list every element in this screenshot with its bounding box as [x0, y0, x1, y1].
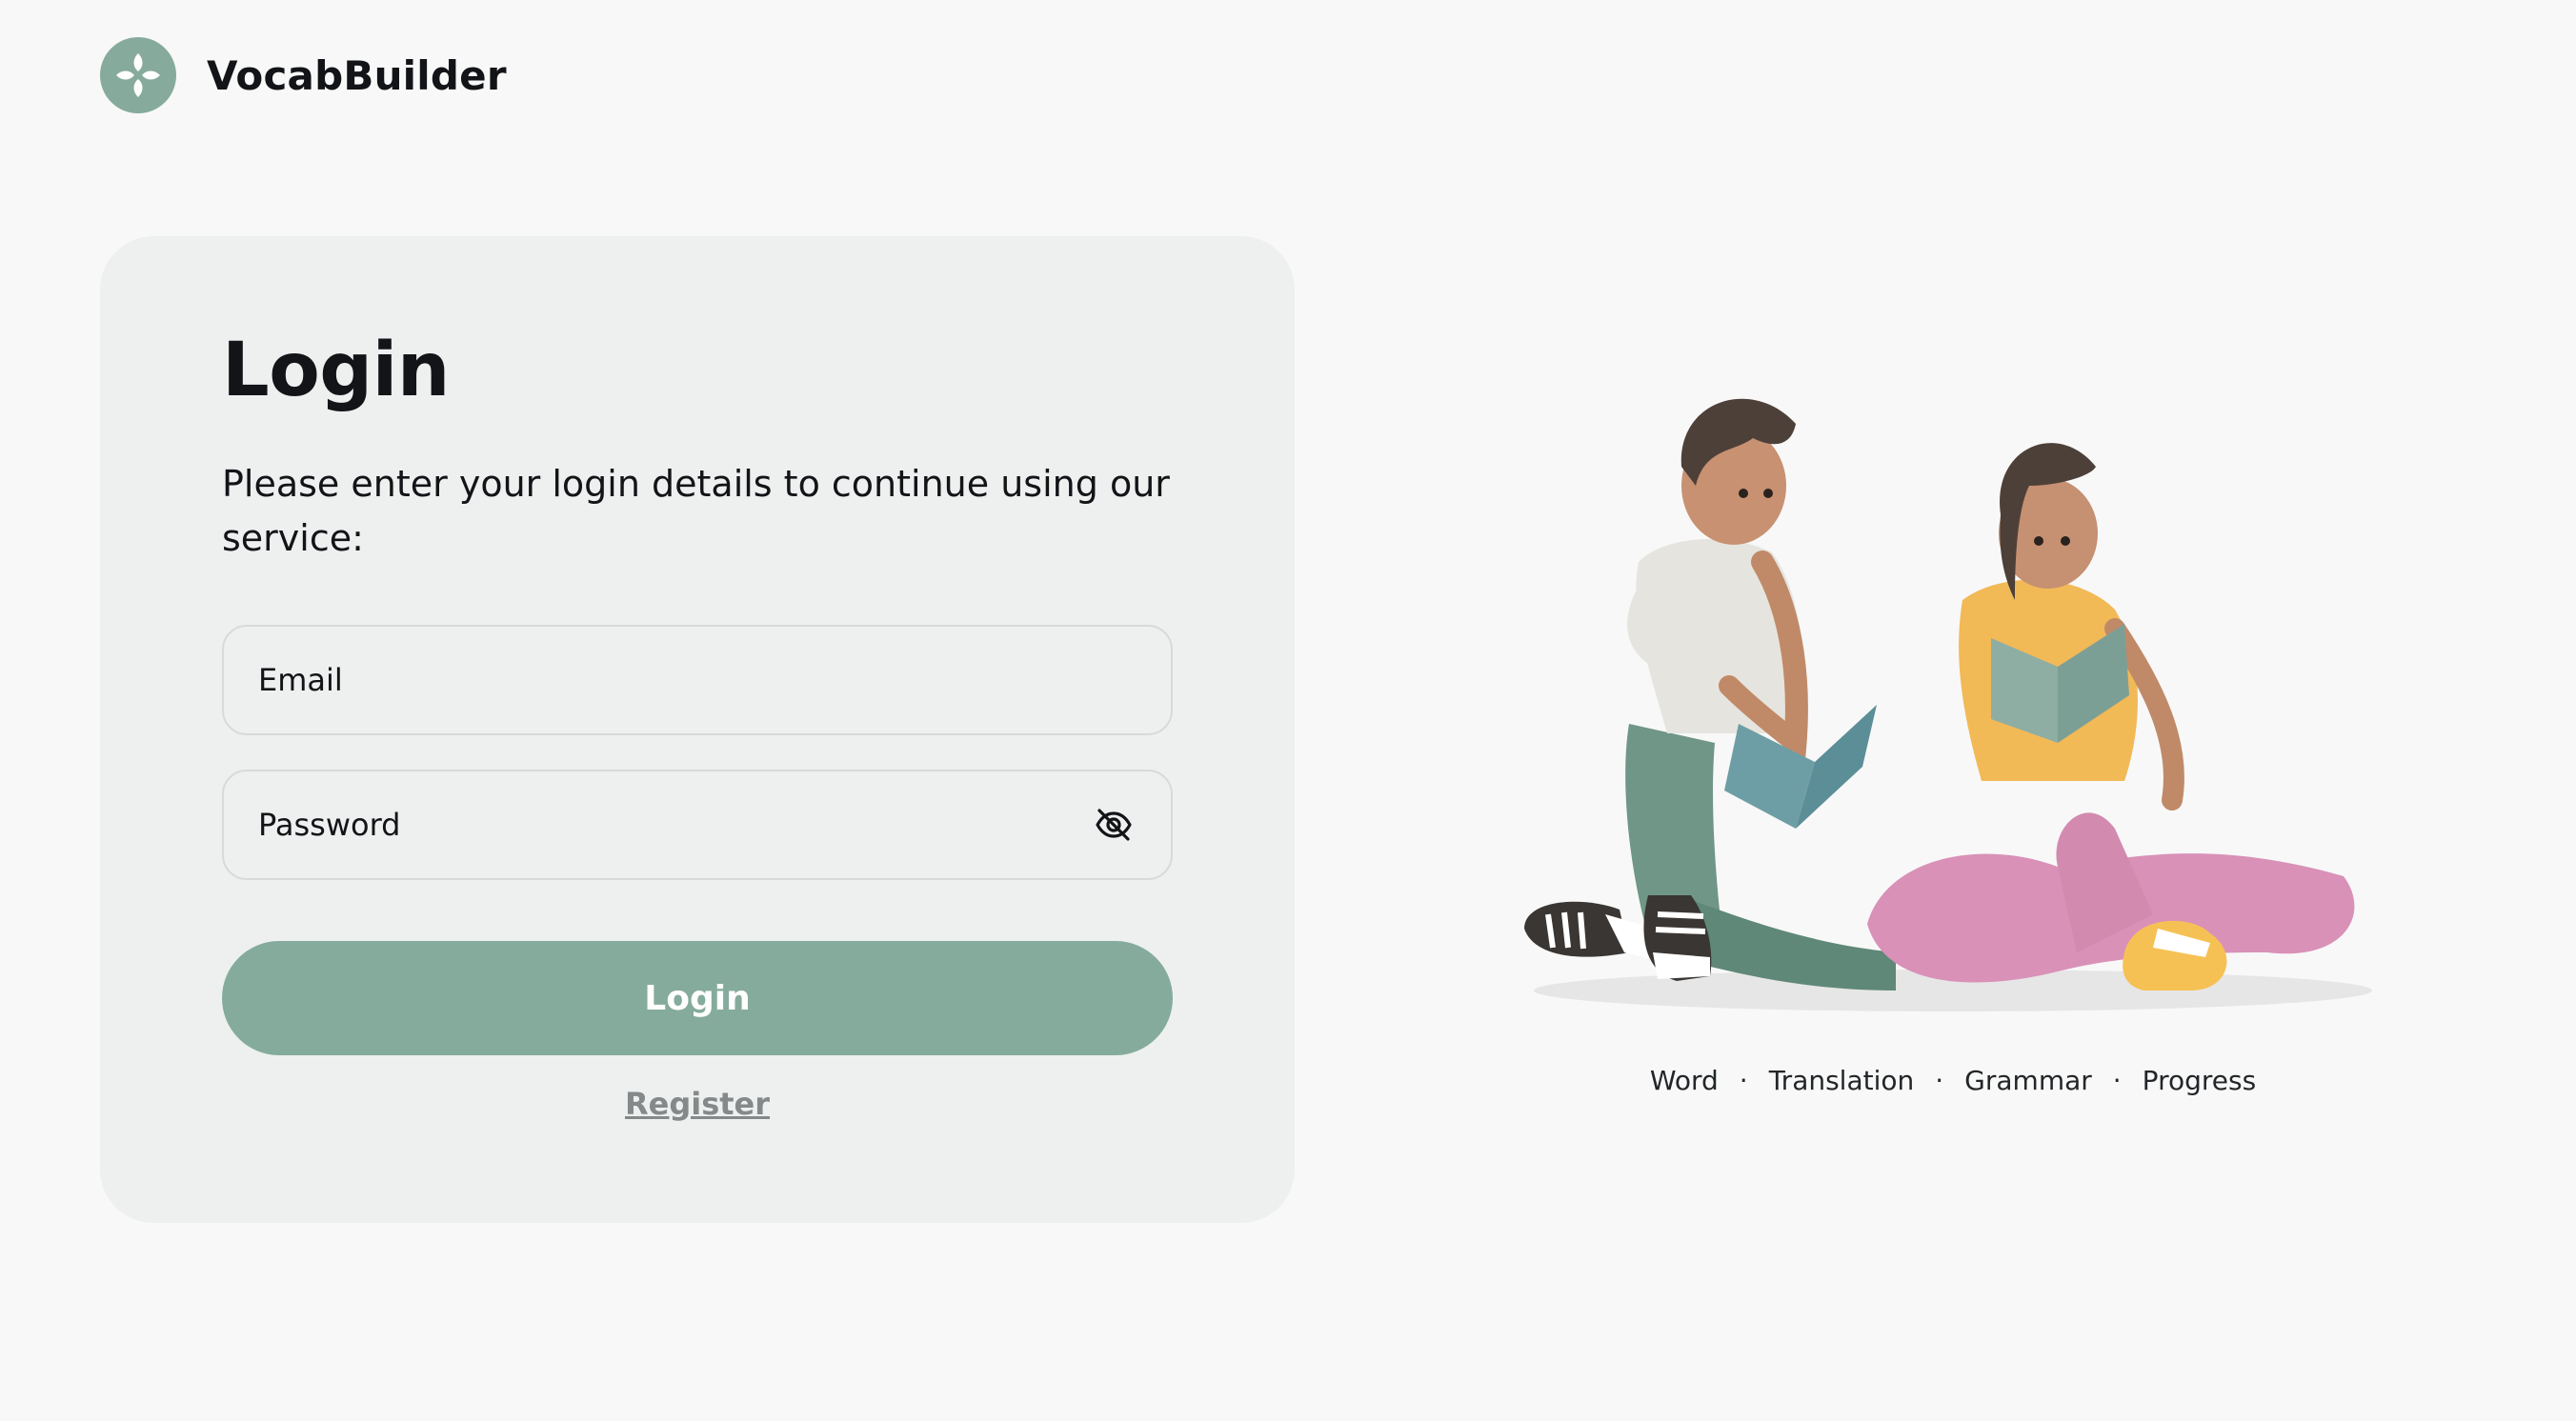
password-field-wrapper [222, 770, 1173, 880]
feature-tags: Word · Translation · Grammar · Progress [1486, 1065, 2420, 1096]
tag-separator: · [1739, 1065, 1748, 1096]
email-field[interactable] [258, 662, 1137, 698]
tag-word: Word [1649, 1065, 1719, 1096]
tag-translation: Translation [1768, 1065, 1915, 1096]
register-row: Register [100, 1086, 1295, 1122]
login-button[interactable]: Login [222, 941, 1173, 1055]
login-card: Login Please enter your login details to… [100, 236, 1295, 1223]
brand-name: VocabBuilder [207, 51, 507, 99]
password-field[interactable] [258, 807, 1091, 843]
register-link[interactable]: Register [625, 1086, 770, 1122]
eye-slash-icon[interactable] [1091, 802, 1137, 848]
clover-icon [100, 37, 176, 113]
tag-grammar: Grammar [1964, 1065, 2092, 1096]
login-page: VocabBuilder Login Please enter your log… [0, 0, 2576, 1421]
brand[interactable]: VocabBuilder [100, 37, 507, 113]
login-subtitle: Please enter your login details to conti… [222, 463, 1170, 559]
email-field-wrapper [222, 625, 1173, 735]
tag-separator: · [2112, 1065, 2122, 1096]
tag-separator: · [1935, 1065, 1944, 1096]
page-title: Login [222, 328, 450, 413]
tag-progress: Progress [2142, 1065, 2257, 1096]
reading-illustration [1486, 381, 2420, 1029]
